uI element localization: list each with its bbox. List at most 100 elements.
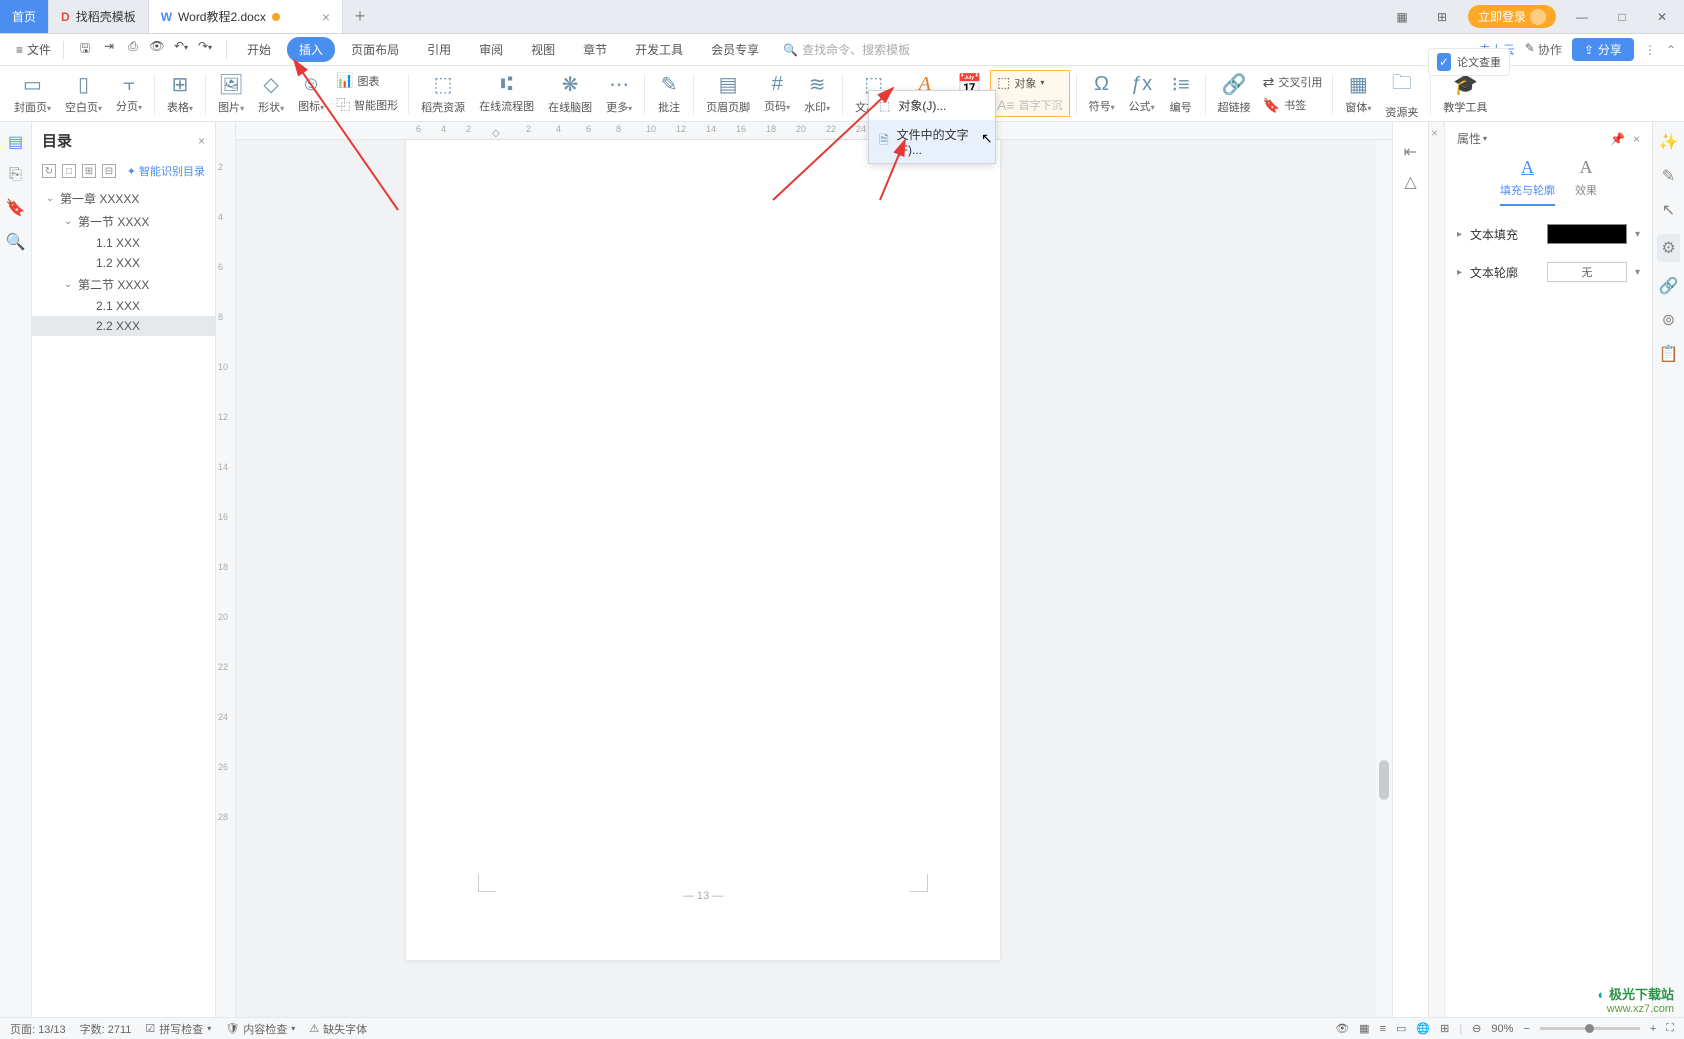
close-window-button[interactable]: ✕: [1648, 10, 1676, 24]
equation-button[interactable]: ƒx公式▾: [1123, 71, 1161, 116]
nav-tool-compact[interactable]: ⊟: [102, 164, 116, 178]
status-words[interactable]: 字数: 2711: [80, 1021, 132, 1037]
table-button[interactable]: ⊞表格▾: [161, 70, 199, 117]
print-icon[interactable]: ⎙: [124, 39, 142, 60]
nav-node-2-1[interactable]: 2.1 XXX: [32, 296, 215, 316]
side-expand-icon[interactable]: ⇤: [1404, 142, 1417, 162]
menu-item-object[interactable]: ⬚对象(J)...: [869, 91, 995, 120]
minimize-button[interactable]: —: [1568, 10, 1596, 24]
menu-tab-reference[interactable]: 引用: [415, 37, 463, 62]
header-footer-button[interactable]: ▤页眉页脚: [700, 70, 756, 117]
menu-tab-view[interactable]: 视图: [519, 37, 567, 62]
tab-document[interactable]: W Word教程2.docx ×: [149, 0, 343, 33]
nav-tool-collapse[interactable]: □: [62, 164, 76, 178]
login-button[interactable]: 立即登录: [1468, 5, 1556, 28]
zoom-reset-icon[interactable]: −: [1523, 1023, 1529, 1035]
side-triangle-icon[interactable]: △: [1404, 172, 1416, 192]
view-print-icon[interactable]: ▦: [1359, 1022, 1369, 1035]
menu-tab-member[interactable]: 会员专享: [699, 37, 771, 62]
tab-templates[interactable]: D 找稻壳模板: [49, 0, 149, 33]
status-content-check[interactable]: 🛡内容检查▾: [225, 1021, 295, 1037]
comment-button[interactable]: ✎批注: [651, 70, 687, 117]
rail-link-icon[interactable]: 🔗: [1659, 276, 1679, 296]
dropcap-button[interactable]: A≡首字下沉: [993, 95, 1067, 115]
save-icon[interactable]: 🖫: [76, 39, 94, 60]
online-flowchart-button[interactable]: ⑆在线流程图: [473, 71, 540, 116]
shape-button[interactable]: ◇形状▾: [252, 70, 290, 117]
icon-button[interactable]: ☺图标▾: [292, 71, 330, 116]
command-search[interactable]: 🔍 查找命令、搜索模板: [783, 41, 910, 58]
outline-select[interactable]: 无: [1547, 262, 1627, 282]
layout-icon[interactable]: ▦: [1388, 10, 1416, 24]
props-close-icon[interactable]: ×: [1633, 132, 1640, 146]
status-eye-icon[interactable]: 👁: [1335, 1022, 1349, 1035]
object-dropdown-button[interactable]: ⬚对象▾: [993, 72, 1067, 93]
online-mindmap-button[interactable]: ❋在线脑图: [542, 70, 598, 117]
teaching-tools-button[interactable]: 🎓教学工具: [1437, 70, 1493, 117]
nav-tool-refresh[interactable]: ↻: [42, 164, 56, 178]
status-page[interactable]: 页面: 13/13: [10, 1021, 66, 1037]
more-menu-icon[interactable]: ⋮: [1644, 43, 1656, 57]
zoom-in-button[interactable]: +: [1650, 1023, 1656, 1035]
vertical-ruler[interactable]: 2 4 6 8 10 12 14 16 18 20 22 24 26 28: [216, 122, 236, 1017]
numbering-button[interactable]: ⁝≡编号: [1163, 70, 1199, 117]
zoom-level[interactable]: 90%: [1491, 1023, 1513, 1035]
rail-outline-icon[interactable]: ▤: [8, 132, 23, 152]
rail-style-icon[interactable]: ✨: [1659, 132, 1679, 152]
menu-tab-dev[interactable]: 开发工具: [623, 37, 695, 62]
maximize-button[interactable]: □: [1608, 10, 1636, 24]
symbol-button[interactable]: Ω符号▾: [1083, 71, 1121, 116]
blank-page-button[interactable]: ▯空白页▾: [59, 70, 108, 117]
file-menu-button[interactable]: ≡文件: [8, 41, 59, 58]
docer-resource-button[interactable]: ⬚稻壳资源: [415, 70, 471, 117]
indent-marker-icon[interactable]: ◇: [492, 128, 500, 139]
tab-home[interactable]: 首页: [0, 0, 49, 33]
rail-pen-icon[interactable]: ✎: [1662, 166, 1675, 186]
doc-scrollbar[interactable]: [1376, 140, 1392, 1017]
menu-tab-layout[interactable]: 页面布局: [339, 37, 411, 62]
rail-select-icon[interactable]: ↖: [1662, 200, 1675, 220]
panel-close-icon[interactable]: ×: [1431, 126, 1438, 140]
form-pane-button[interactable]: ▦窗体▾: [1339, 70, 1377, 117]
preview-icon[interactable]: 👁: [148, 39, 166, 60]
rail-bookmark-icon[interactable]: 🔖: [6, 198, 26, 218]
document-area[interactable]: 6 4 2 ◇ 2 4 6 8 10 12 14 16 18 20 22 24 …: [236, 122, 1392, 1017]
chart-button[interactable]: 📊图表: [332, 70, 402, 91]
menu-item-text-from-file[interactable]: 🗎文件中的文字(F)...: [869, 120, 995, 163]
nav-tool-expand[interactable]: ⊞: [82, 164, 96, 178]
text-outline-row[interactable]: ▸文本轮廓 无▾: [1457, 262, 1640, 282]
nav-close-icon[interactable]: ×: [198, 134, 205, 148]
apps-icon[interactable]: ⊞: [1428, 10, 1456, 24]
cover-page-button[interactable]: ▭封面页▾: [8, 70, 57, 117]
crossref-button[interactable]: ⇄交叉引用: [1259, 72, 1327, 93]
nav-node-chapter1[interactable]: ⌄第一章 XXXXX: [32, 187, 215, 210]
view-web-icon[interactable]: 🌐: [1416, 1022, 1430, 1035]
view-grid-icon[interactable]: ⊞: [1440, 1022, 1449, 1035]
props-scrollbar[interactable]: ×: [1428, 122, 1444, 1017]
hyperlink-button[interactable]: 🔗超链接: [1212, 70, 1257, 117]
bookmark-button[interactable]: 🔖书签: [1259, 95, 1327, 116]
props-tab-fill[interactable]: A填充与轮廓: [1500, 157, 1555, 206]
redo-icon[interactable]: ↷▾: [196, 39, 214, 60]
zoom-out-button[interactable]: ⊖: [1472, 1022, 1481, 1035]
rail-clipboard2-icon[interactable]: 📋: [1659, 344, 1679, 364]
props-tab-effect[interactable]: A效果: [1575, 157, 1597, 206]
export-icon[interactable]: ⇥: [100, 39, 118, 60]
menu-tab-insert[interactable]: 插入: [287, 37, 335, 62]
new-tab-button[interactable]: +: [343, 0, 377, 33]
rail-settings-icon[interactable]: ⚙: [1657, 234, 1679, 262]
smartart-button[interactable]: ⿻智能图形: [332, 93, 402, 117]
pin-icon[interactable]: 📌: [1610, 132, 1625, 146]
share-button[interactable]: ⇪分享: [1572, 38, 1634, 61]
collapse-ribbon-icon[interactable]: ⌃: [1666, 43, 1676, 57]
rail-globe-icon[interactable]: ⊚: [1662, 310, 1675, 330]
fullscreen-icon[interactable]: ⛶: [1666, 1022, 1674, 1035]
view-outline-icon[interactable]: ≡: [1380, 1023, 1386, 1035]
status-spellcheck[interactable]: ☑拼写检查▾: [145, 1021, 211, 1037]
text-fill-row[interactable]: ▸文本填充 ▾: [1457, 224, 1640, 244]
menu-tab-section[interactable]: 章节: [571, 37, 619, 62]
horizontal-ruler[interactable]: 6 4 2 ◇ 2 4 6 8 10 12 14 16 18 20 22 24 …: [236, 122, 1392, 140]
page-break-button[interactable]: ⫟分页▾: [110, 71, 148, 116]
close-tab-icon[interactable]: ×: [322, 9, 330, 25]
nav-node-section2[interactable]: ⌄第二节 XXXX: [32, 273, 215, 296]
